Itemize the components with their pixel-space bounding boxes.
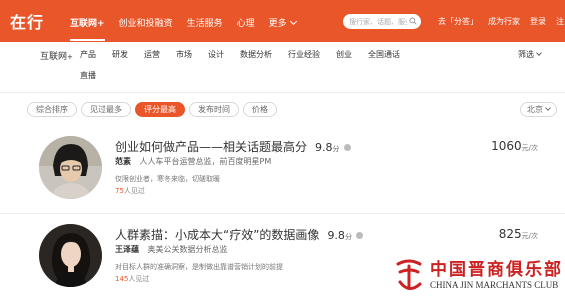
subcategory-operation[interactable]: 运营 <box>144 49 160 60</box>
rating-score: 9.8分 <box>327 229 352 242</box>
category-subnav: 互联网+ 产品 研发 运营 市场 设计 数据分析 行业经验 创业 全国通话 直播… <box>0 42 565 88</box>
seen-count: 145人见过 <box>115 274 149 284</box>
rating-value: 9.8 <box>327 229 345 242</box>
sort-most-seen[interactable]: 见过最多 <box>81 102 131 117</box>
filter-button[interactable]: 筛选 <box>518 49 542 60</box>
price-amount: 1060 <box>491 139 522 153</box>
link-register[interactable]: 注 <box>556 16 564 27</box>
top-nav-bar: 在行 互联网+ 创业和投融资 生活服务 心理 更多 去「分答」 成为行家 登录 … <box>0 0 565 42</box>
chevron-down-icon <box>289 17 297 25</box>
watermark-title: 中国晋商俱乐部 <box>430 260 563 280</box>
expert-title-row: 创业如何做产品——相关话题最高分 9.8分 <box>115 138 351 155</box>
search-icon[interactable] <box>409 17 417 25</box>
search-box <box>343 14 421 29</box>
sort-highest-rated[interactable]: 评分最高 <box>135 102 185 117</box>
city-label: 北京 <box>527 105 543 114</box>
avatar-photo <box>39 136 102 199</box>
sort-bar: 综合排序 见过最多 评分最高 发布时间 价格 <box>27 102 281 117</box>
subcategory-industry[interactable]: 行业经验 <box>288 49 320 60</box>
city-selector[interactable]: 北京 <box>520 102 557 117</box>
subcategory-links: 产品 研发 运营 市场 设计 数据分析 行业经验 创业 全国通话 <box>80 49 416 60</box>
expert-role: 人人车平台运营总监，前百度明星PM <box>139 157 272 166</box>
nav-item-life-service[interactable]: 生活服务 <box>187 16 223 29</box>
nav-item-startup[interactable]: 创业和投融资 <box>119 16 173 29</box>
section-divider <box>0 92 565 93</box>
sort-comprehensive[interactable]: 综合排序 <box>27 102 77 117</box>
expert-name[interactable]: 王泽蕴 <box>115 245 139 254</box>
subcategory-national-call[interactable]: 全国通话 <box>368 49 400 60</box>
expert-name-row: 范素 人人车平台运营总监，前百度明星PM <box>115 156 271 167</box>
topic-title[interactable]: 创业如何做产品——相关话题最高分 <box>115 138 307 155</box>
price-unit: 元/次 <box>521 144 538 152</box>
expert-role: 奥美公关数据分析总监 <box>147 245 228 254</box>
filter-label: 筛选 <box>518 50 534 59</box>
avatar[interactable] <box>39 224 102 287</box>
rating-score: 9.8分 <box>315 141 340 154</box>
price: 1060元/次 <box>491 139 538 153</box>
avatar[interactable] <box>39 136 102 199</box>
subcategory-rnd[interactable]: 研发 <box>112 49 128 60</box>
search-input[interactable] <box>343 14 407 29</box>
subcategory-product[interactable]: 产品 <box>80 49 96 60</box>
expert-title-row: 人群素描：小成本大“疗效”的数据画像 9.8分 <box>115 226 363 243</box>
info-icon[interactable] <box>355 232 363 239</box>
avatar-photo <box>39 224 102 287</box>
nav-item-psychology[interactable]: 心理 <box>237 16 255 29</box>
rating-unit: 分 <box>332 145 340 153</box>
info-icon[interactable] <box>343 144 351 151</box>
subcategory-market[interactable]: 市场 <box>176 49 192 60</box>
price-unit: 元/次 <box>521 232 538 240</box>
nav-item-more[interactable]: 更多 <box>268 16 297 29</box>
expert-description: 对目标人群的准确洞察，是制做出靠谱营销计划的前提 <box>115 263 283 271</box>
subcategory-design[interactable]: 设计 <box>208 49 224 60</box>
subcategory-live[interactable]: 直播 <box>80 70 96 81</box>
seen-number: 145 <box>115 275 129 283</box>
club-logo-icon <box>396 259 422 290</box>
chevron-down-icon <box>536 50 542 56</box>
link-fenda[interactable]: 去「分答」 <box>438 16 478 27</box>
top-right-links: 去「分答」 成为行家 登录 注 <box>438 16 565 27</box>
expert-name-row: 王泽蕴 奥美公关数据分析总监 <box>115 244 228 255</box>
subcategory-data-analysis[interactable]: 数据分析 <box>240 49 272 60</box>
main-nav: 互联网+ 创业和投融资 生活服务 心理 更多 <box>70 15 310 41</box>
seen-label: 人见过 <box>123 187 145 195</box>
current-category: 互联网+ <box>40 49 73 62</box>
rating-unit: 分 <box>344 233 352 241</box>
expert-card[interactable]: 创业如何做产品——相关话题最高分 9.8分 范素 人人车平台运营总监，前百度明星… <box>0 126 565 212</box>
current-category-label: 互联网 <box>40 52 68 62</box>
chevron-down-icon <box>545 105 551 111</box>
link-login[interactable]: 登录 <box>530 16 546 27</box>
subcategory-startup[interactable]: 创业 <box>336 49 352 60</box>
topic-title[interactable]: 人群素描：小成本大“疗效”的数据画像 <box>115 226 319 243</box>
club-watermark: 中国晋商俱乐部 CHINA JIN MARCHANTS CLUB <box>392 252 562 302</box>
sort-publish-time[interactable]: 发布时间 <box>189 102 239 117</box>
expert-name[interactable]: 范素 <box>115 157 131 166</box>
sort-price[interactable]: 价格 <box>243 102 277 117</box>
nav-item-more-label: 更多 <box>268 18 287 29</box>
link-become-expert[interactable]: 成为行家 <box>488 16 520 27</box>
watermark-subtitle: CHINA JIN MARCHANTS CLUB <box>430 280 559 290</box>
seen-label: 人见过 <box>128 275 150 283</box>
price: 825元/次 <box>499 227 538 241</box>
seen-number: 75 <box>115 187 124 195</box>
seen-count: 75人见过 <box>115 186 145 196</box>
current-category-suffix: + <box>67 53 73 61</box>
rating-value: 9.8 <box>315 141 333 154</box>
expert-description: 仅限创业者，寒冬来临，切磋取暖 <box>115 175 220 183</box>
nav-item-internet[interactable]: 互联网+ <box>70 16 105 41</box>
site-logo[interactable]: 在行 <box>10 9 44 33</box>
price-amount: 825 <box>498 227 522 241</box>
